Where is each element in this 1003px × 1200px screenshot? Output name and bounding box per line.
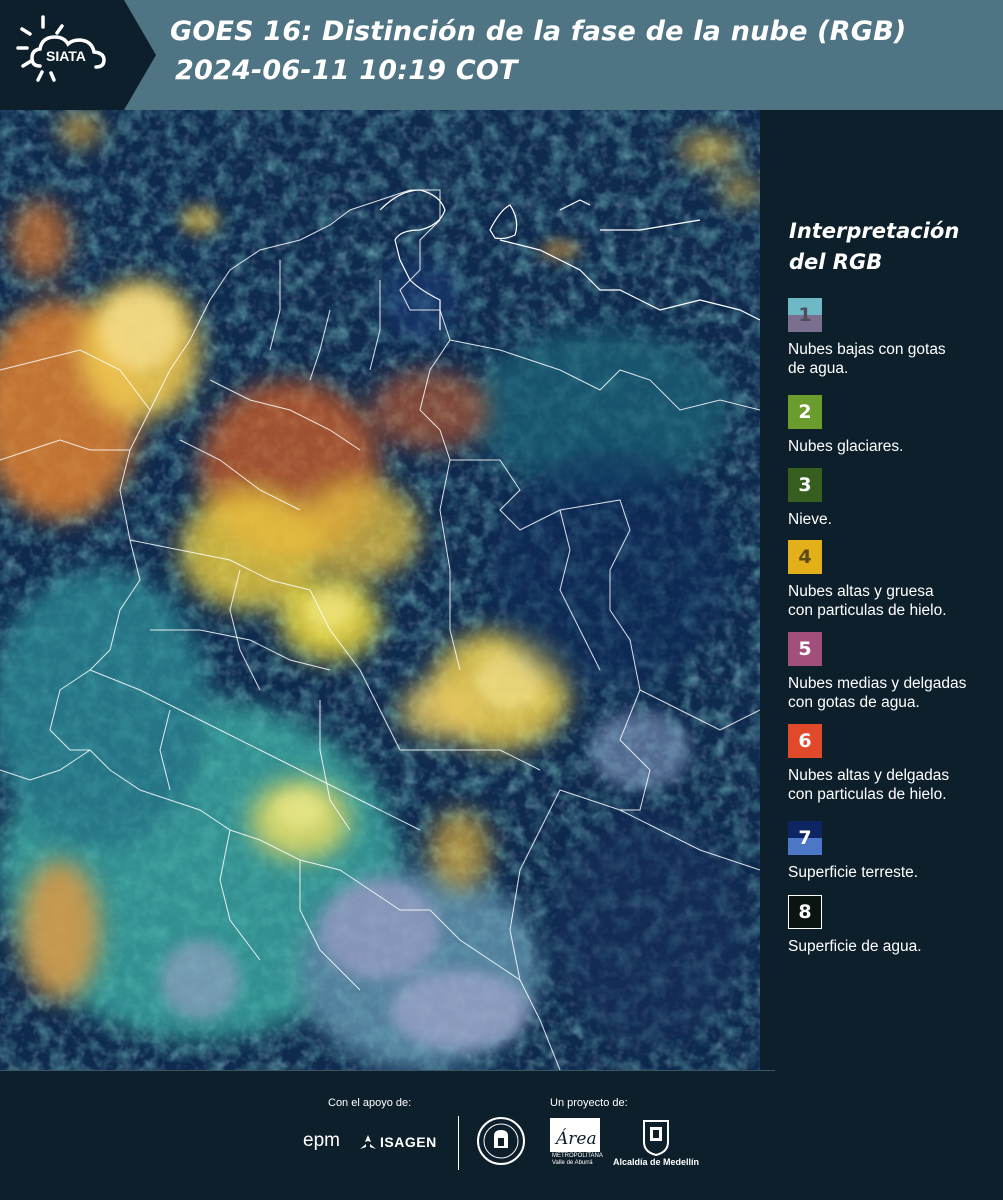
svg-text:SIATA: SIATA <box>46 48 86 64</box>
alcaldia-label: Alcaldía de Medellín <box>613 1157 700 1167</box>
legend-title-line-1: Interpretación <box>789 219 960 243</box>
legend-text-6: Nubes altas y delgadas con particulas de … <box>788 767 950 803</box>
legend-item-3: 3 Nieve. <box>788 468 998 529</box>
isagen-logo: ISAGEN <box>380 1134 437 1150</box>
isagen-icon <box>360 1135 376 1149</box>
legend-swatch-3: 3 <box>788 468 822 502</box>
legend-text-5: Nubes medias y delgadas con gotas de agua… <box>788 675 967 711</box>
siata-logo: SIATA <box>0 0 156 110</box>
satellite-map <box>0 110 760 1070</box>
svg-text:Área: Área <box>554 1128 597 1149</box>
title-line-2: 2024-06-11 10:19 COT <box>175 55 518 86</box>
legend-item-5: 5 Nubes medias y delgadas con gotas de ag… <box>788 632 998 712</box>
legend-swatch-6: 6 <box>788 724 822 758</box>
epm-logo: epm <box>303 1130 340 1151</box>
footer: Con el apoyo de: Un proyecto de: epm ISA… <box>0 1070 1003 1200</box>
legend-swatch-2: 2 <box>788 395 822 429</box>
support-label: Con el apoyo de: <box>328 1097 412 1109</box>
legend-title: Interpretación del RGB <box>789 216 989 278</box>
legend-swatch-8: 8 <box>788 895 822 929</box>
legend-panel: Interpretación del RGB 1 Nubes bajas con… <box>760 110 1003 1070</box>
alcaldia-shield-icon <box>643 1120 669 1156</box>
legend-item-2: 2 Nubes glaciares. <box>788 395 998 456</box>
title-line-1: GOES 16: Distinción de la fase de la nub… <box>170 16 907 47</box>
legend-swatch-1: 1 <box>788 298 822 332</box>
area-metropolitana-logo: Área <box>550 1118 600 1152</box>
legend-text-8: Superficie de agua. <box>788 938 922 955</box>
legend-title-line-2: del RGB <box>789 250 883 274</box>
legend-text-3: Nieve. <box>788 511 832 528</box>
legend-item-1: 1 Nubes bajas con gotas de agua. <box>788 298 998 378</box>
legend-text-2: Nubes glaciares. <box>788 438 904 455</box>
legend-item-4: 4 Nubes altas y gruesa con particulas de … <box>788 540 998 620</box>
legend-item-8: 8 Superficie de agua. <box>788 895 998 956</box>
legend-text-1: Nubes bajas con gotas de agua. <box>788 341 946 377</box>
legend-item-6: 6 Nubes altas y delgadas con particulas d… <box>788 724 998 804</box>
legend-swatch-4: 4 <box>788 540 822 574</box>
header: SIATA GOES 16: Distinción de la fase de … <box>0 0 1003 110</box>
legend-text-4: Nubes altas y gruesa con particulas de hi… <box>788 583 947 619</box>
legend-text-7: Superficie terreste. <box>788 864 919 881</box>
area-metropolitana-text: METROPOLITANA Valle de Aburrá <box>552 1153 603 1166</box>
legend-item-7: 7 Superficie terreste. <box>788 821 998 882</box>
legend-swatch-5: 5 <box>788 632 822 666</box>
university-seal-icon <box>477 1117 525 1165</box>
legend-swatch-7: 7 <box>788 821 822 855</box>
footer-divider <box>0 1070 775 1071</box>
footer-logo-divider <box>458 1116 459 1170</box>
project-label: Un proyecto de: <box>550 1097 628 1109</box>
